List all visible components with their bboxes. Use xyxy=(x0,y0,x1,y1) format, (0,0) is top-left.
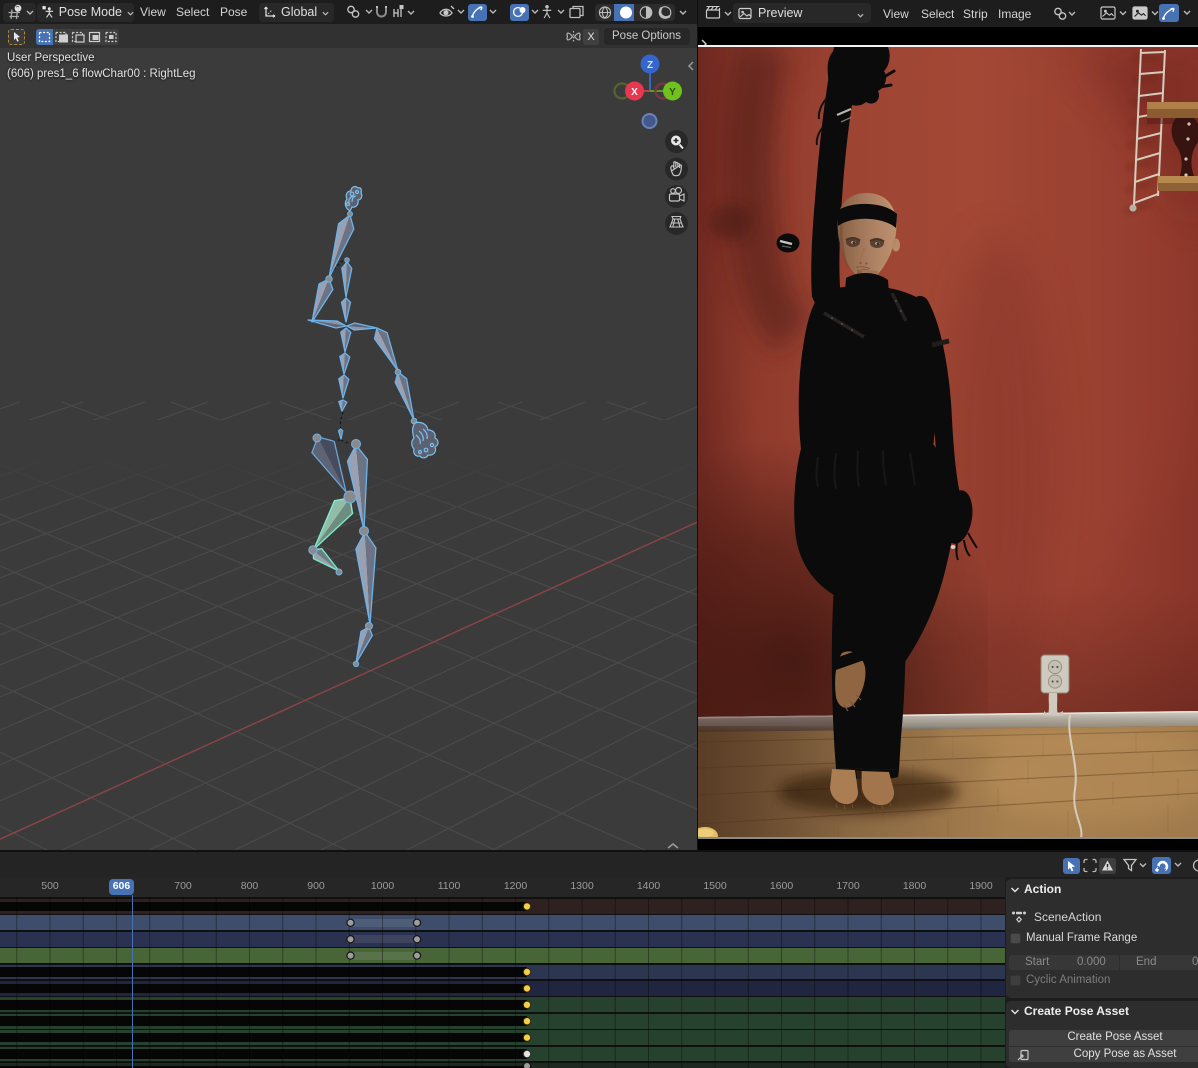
svg-text:X: X xyxy=(631,87,638,98)
svg-text:Z: Z xyxy=(647,60,653,71)
svg-text:Y: Y xyxy=(669,87,676,98)
